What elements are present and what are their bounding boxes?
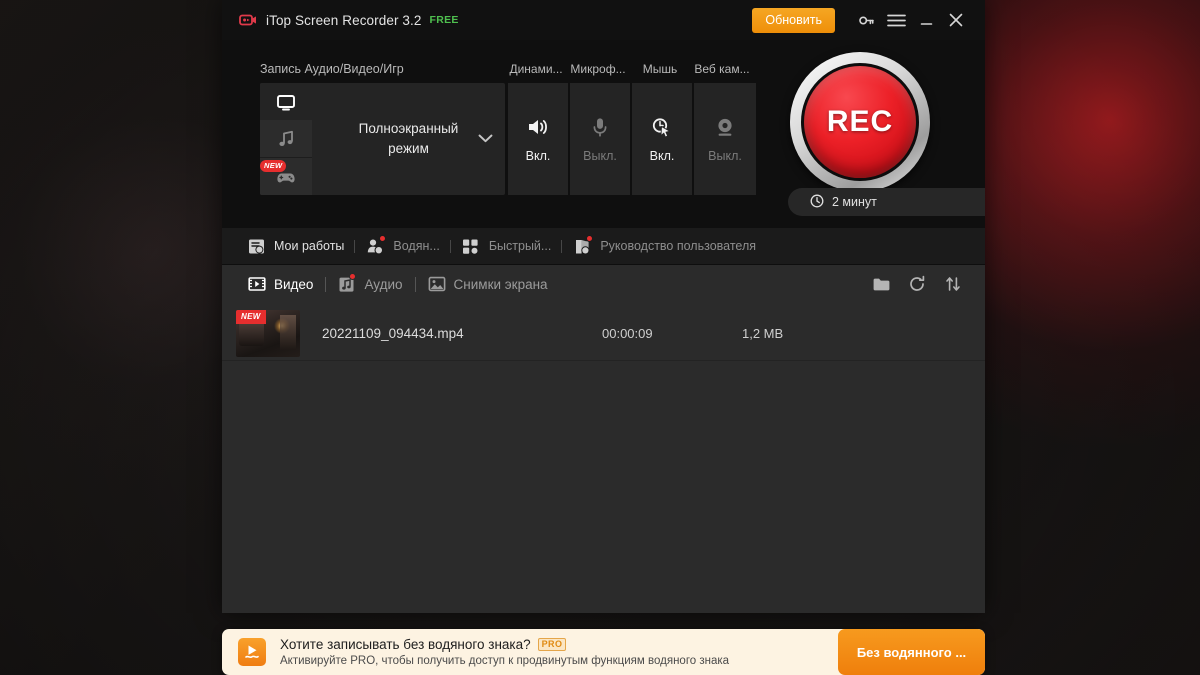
notification-dot: [586, 235, 593, 242]
title-bar: iTop Screen Recorder 3.2 FREE Обновить: [222, 0, 985, 40]
watermark-icon: [365, 236, 385, 256]
table-row[interactable]: NEW 20221109_094434.mp4 00:00:09 1,2 MB: [222, 307, 985, 361]
new-badge: NEW: [260, 160, 286, 172]
user-guide-icon: [572, 236, 592, 256]
capture-mode-value: Полноэкранный режим: [344, 119, 474, 159]
my-works-icon: [246, 236, 266, 256]
itop-recorder-logo-icon: [238, 10, 258, 30]
mouse-state: Вкл.: [650, 149, 675, 163]
promo-text: Хотите записывать без водяного знака? PR…: [280, 637, 838, 667]
rec-button[interactable]: REC: [790, 52, 930, 192]
user-guide-button[interactable]: Руководство пользователя: [562, 228, 766, 264]
tab-video[interactable]: Видео: [236, 265, 325, 303]
mouse-label: Мышь: [629, 62, 691, 76]
record-section-label: Запись Аудио/Видео/Игр: [260, 62, 505, 76]
mouse-cursor-icon: [650, 115, 674, 139]
recording-timer-label: 2 минут: [832, 195, 877, 209]
microphone-icon: [590, 115, 610, 139]
clock-icon: [810, 194, 824, 211]
library-tabs: Видео Аудио: [222, 265, 985, 303]
sort-icon[interactable]: [943, 274, 963, 294]
my-works-button[interactable]: Мои работы: [236, 228, 354, 264]
gamepad-icon[interactable]: NEW: [260, 157, 312, 195]
new-badge: NEW: [236, 310, 266, 324]
recording-timer[interactable]: 2 минут: [788, 188, 985, 216]
remove-watermark-button[interactable]: Без водянного ...: [838, 629, 985, 675]
tab-screenshots[interactable]: Снимки экрана: [416, 265, 560, 303]
refresh-icon[interactable]: [907, 274, 927, 294]
chevron-down-icon[interactable]: [478, 130, 493, 148]
webcam-icon: [714, 115, 736, 139]
quick-tasks-icon: [461, 236, 481, 256]
close-icon[interactable]: [941, 5, 971, 35]
promo-title: Хотите записывать без водяного знака?: [280, 637, 531, 652]
quick-tasks-button[interactable]: Быстрый...: [451, 228, 562, 264]
controls-row: NEW Полноэкранный режим: [260, 83, 780, 195]
promo-headline-row: Хотите записывать без водяного знака? PR…: [280, 637, 838, 652]
record-controls-area: Запись Аудио/Видео/Игр Динами... Микроф.…: [222, 40, 780, 228]
microphone-toggle[interactable]: Выкл.: [570, 83, 632, 195]
update-button[interactable]: Обновить: [752, 8, 835, 33]
quick-tasks-label: Быстрый...: [489, 239, 552, 253]
minimize-icon[interactable]: [911, 5, 941, 35]
monitor-icon[interactable]: [260, 83, 312, 120]
microphone-state: Выкл.: [583, 149, 617, 163]
tab-screenshots-label: Снимки экрана: [454, 277, 548, 292]
webcam-toggle[interactable]: Выкл.: [694, 83, 756, 195]
recording-thumbnail: NEW: [236, 310, 300, 357]
rec-button-inner: REC: [801, 63, 919, 181]
tab-audio-label: Аудио: [364, 277, 402, 292]
music-note-icon[interactable]: [260, 120, 312, 157]
speaker-label: Динами...: [505, 62, 567, 76]
recordings-list: NEW 20221109_094434.mp4 00:00:09 1,2 MB: [222, 303, 985, 613]
watermark-button[interactable]: Водян...: [355, 228, 449, 264]
pro-badge: PRO: [538, 638, 567, 651]
recording-duration: 00:00:09: [602, 326, 742, 341]
capture-mode-selector[interactable]: NEW Полноэкранный режим: [260, 83, 505, 195]
recording-name: 20221109_094434.mp4: [322, 326, 602, 341]
pro-video-icon: [238, 638, 266, 666]
speaker-toggle[interactable]: Вкл.: [508, 83, 570, 195]
screenshot-icon: [428, 275, 446, 293]
key-icon[interactable]: [851, 5, 881, 35]
rec-button-wrapper: REC: [790, 52, 930, 192]
webcam-label: Веб кам...: [691, 62, 753, 76]
promo-subtitle: Активируйте PRO, чтобы получить доступ к…: [280, 655, 838, 667]
control-labels-row: Запись Аудио/Видео/Игр Динами... Микроф.…: [260, 54, 780, 76]
app-title: iTop Screen Recorder 3.2: [266, 13, 421, 28]
recording-size: 1,2 MB: [742, 326, 783, 341]
capture-mode-dropdown[interactable]: Полноэкранный режим: [312, 83, 505, 195]
user-guide-label: Руководство пользователя: [600, 239, 756, 253]
feature-toolbar: Мои работы Водян...: [222, 228, 985, 265]
capture-type-icons: NEW: [260, 83, 312, 195]
edition-badge: FREE: [429, 14, 458, 26]
speaker-state: Вкл.: [526, 149, 551, 163]
video-icon: [248, 275, 266, 293]
rec-button-label: REC: [827, 105, 893, 139]
promo-banner: Хотите записывать без водяного знака? PR…: [222, 629, 985, 675]
microphone-label: Микроф...: [567, 62, 629, 76]
open-folder-icon[interactable]: [871, 274, 891, 294]
app-window: iTop Screen Recorder 3.2 FREE Обновить: [222, 0, 985, 613]
tab-audio[interactable]: Аудио: [326, 265, 414, 303]
record-panel: Запись Аудио/Видео/Игр Динами... Микроф.…: [222, 40, 985, 228]
notification-dot: [379, 235, 386, 242]
hamburger-menu-icon[interactable]: [881, 5, 911, 35]
webcam-state: Выкл.: [708, 149, 742, 163]
my-works-label: Мои работы: [274, 239, 344, 253]
device-toggles: Вкл. Выкл.: [508, 83, 756, 195]
tab-video-label: Видео: [274, 277, 313, 292]
desktop-background: iTop Screen Recorder 3.2 FREE Обновить: [0, 0, 1200, 675]
mouse-toggle[interactable]: Вкл.: [632, 83, 694, 195]
window-controls: Обновить: [752, 5, 971, 35]
speaker-icon: [526, 115, 550, 139]
watermark-label: Водян...: [393, 239, 439, 253]
rec-area: REC 2 минут: [780, 40, 985, 228]
library-actions: [871, 274, 985, 294]
audio-icon: [338, 275, 356, 293]
